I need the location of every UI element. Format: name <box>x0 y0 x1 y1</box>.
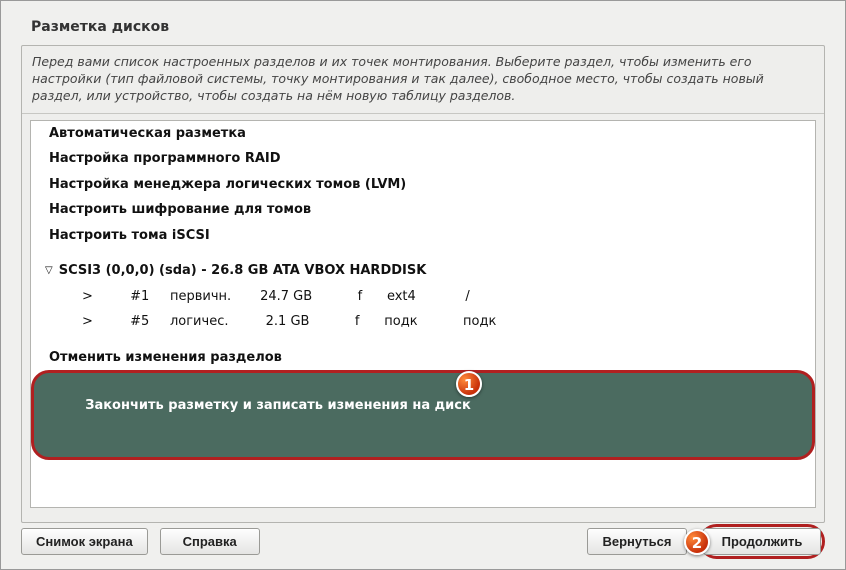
back-button[interactable]: Вернуться <box>587 528 687 555</box>
item-lvm[interactable]: Настройка менеджера логических томов (LV… <box>31 172 815 198</box>
finish-label: Закончить разметку и записать изменения … <box>85 398 471 413</box>
instruction-text: Перед вами список настроенных разделов и… <box>22 46 824 114</box>
installer-window: Разметка дисков Перед вами список настро… <box>0 0 846 570</box>
partition-5[interactable]: > #5 логичес. 2.1 GB f подк подк <box>31 309 815 335</box>
item-finish-partitioning[interactable]: Закончить разметку и записать изменения … <box>31 370 815 460</box>
content-panel: Перед вами список настроенных разделов и… <box>21 45 825 523</box>
continue-highlight: 2 Продолжить <box>699 524 825 559</box>
spacer <box>31 335 815 345</box>
annotation-badge-2: 2 <box>684 529 710 555</box>
screenshot-button[interactable]: Снимок экрана <box>21 528 148 555</box>
annotation-badge-1: 1 <box>456 371 482 397</box>
disk-label: SCSI3 (0,0,0) (sda) - 26.8 GB ATA VBOX H… <box>59 261 427 281</box>
item-encrypt[interactable]: Настроить шифрование для томов <box>31 197 815 223</box>
partition-listbox[interactable]: Автоматическая разметка Настройка програ… <box>30 120 816 508</box>
item-undo-changes[interactable]: Отменить изменения разделов <box>31 345 815 371</box>
partition-1[interactable]: > #1 первичн. 24.7 GB f ext4 / <box>31 284 815 310</box>
disk-sda[interactable]: ▽ SCSI3 (0,0,0) (sda) - 26.8 GB ATA VBOX… <box>31 258 815 284</box>
expand-triangle-icon: ▽ <box>45 263 53 278</box>
item-iscsi[interactable]: Настроить тома iSCSI <box>31 223 815 249</box>
item-auto-partition[interactable]: Автоматическая разметка <box>31 121 815 147</box>
window-title: Разметка дисков <box>21 19 825 35</box>
spacer <box>31 248 815 258</box>
footer-bar: Снимок экрана Справка Вернуться 2 Продол… <box>21 524 825 559</box>
help-button[interactable]: Справка <box>160 528 260 555</box>
item-software-raid[interactable]: Настройка программного RAID <box>31 146 815 172</box>
continue-button[interactable]: Продолжить <box>703 528 821 555</box>
